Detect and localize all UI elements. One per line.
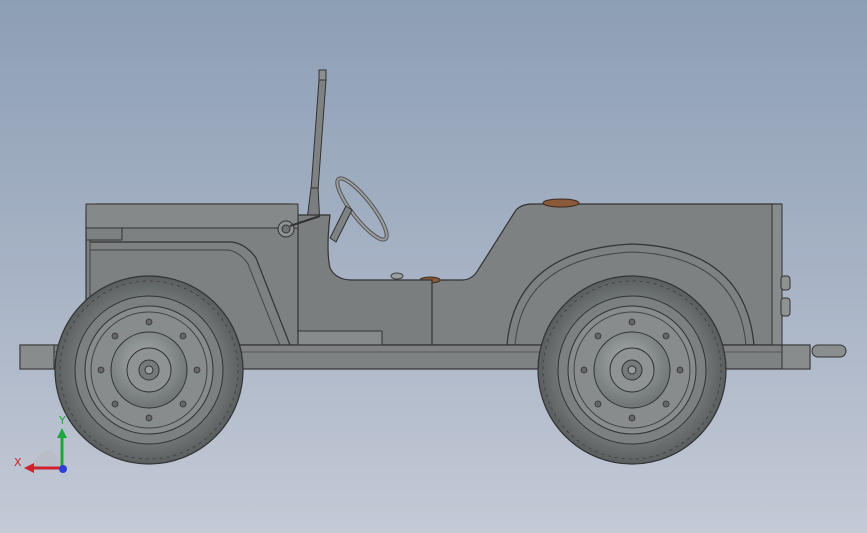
front-wheel [54,275,244,465]
windshield-post [305,69,327,229]
y-axis-label: Y [58,414,66,427]
cockpit-side [285,214,433,346]
x-axis-label: X [14,456,22,469]
graphics-viewport[interactable]: Y X [0,0,867,533]
coordinate-triad: Y X [14,414,67,473]
x-axis-arrowhead-icon [24,463,34,473]
y-axis-arrowhead-icon [57,428,67,438]
z-axis-dot-icon [59,465,67,473]
jeep-model[interactable] [0,0,867,533]
rear-wheel [537,275,727,465]
steering-wheel [329,176,389,243]
